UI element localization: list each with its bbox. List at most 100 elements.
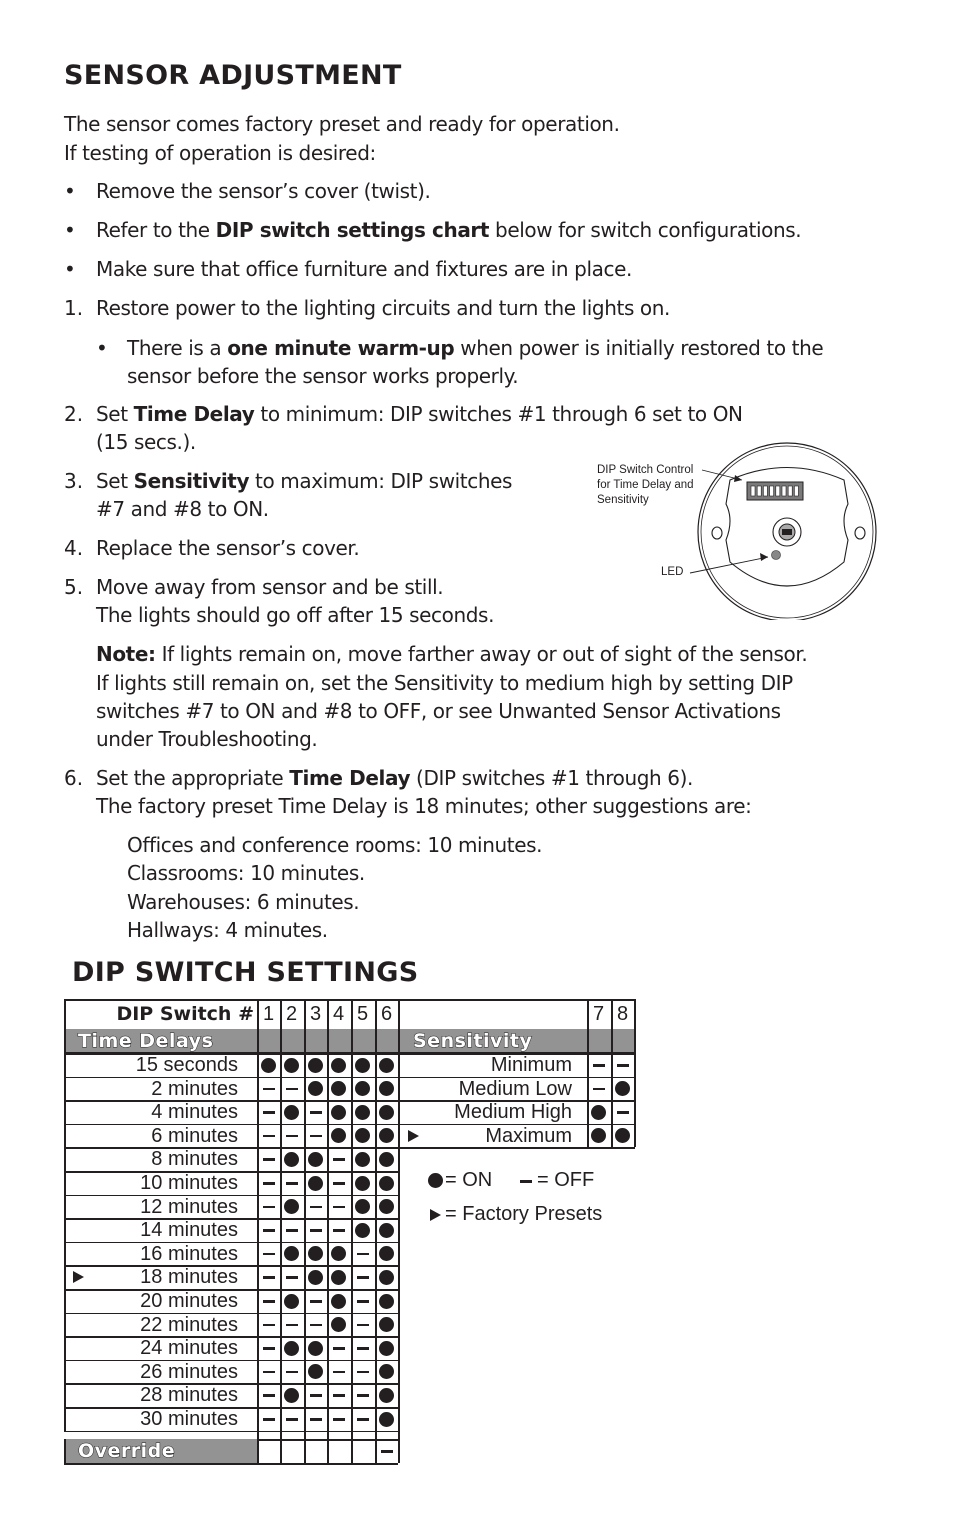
switch-off-dash-icon	[357, 1300, 369, 1303]
time-delay-row: 20 minutes	[64, 1289, 398, 1313]
time-delay-label: 14 minutes	[140, 1219, 238, 1242]
row-divider	[64, 1147, 398, 1149]
row-divider	[64, 1123, 398, 1126]
switch-on-dot-icon	[355, 1151, 370, 1167]
switch-off-dash-icon	[263, 1111, 275, 1114]
switch-off-dash-icon	[286, 1182, 298, 1185]
row-divider	[64, 1241, 398, 1244]
switch-off-dash-icon	[357, 1323, 369, 1327]
note-line-1: Note: If lights remain on, move farther …	[96, 640, 808, 669]
label-line: DIP Switch Control	[597, 464, 694, 476]
row-divider	[64, 1289, 398, 1291]
sensitivity-label: Medium Low	[458, 1077, 572, 1100]
text: If lights remain on, move farther away o…	[155, 642, 808, 666]
row-divider	[64, 1076, 398, 1079]
switch-on-dot-icon	[308, 1151, 323, 1167]
dip-toggle	[787, 485, 793, 497]
row-divider	[64, 1100, 398, 1102]
time-delay-label: 2 minutes	[151, 1077, 238, 1100]
override-label: Override	[77, 1440, 176, 1463]
row-divider	[398, 1053, 635, 1055]
dip-toggle	[756, 485, 762, 497]
legend-off-text: = OFF	[537, 1169, 595, 1191]
time-delay-row: 16 minutes	[64, 1242, 398, 1266]
table-border-top	[64, 999, 635, 1001]
suggestion-item: Hallways: 4 minutes.	[127, 918, 328, 942]
row-divider	[64, 1383, 398, 1385]
time-delay-label: 26 minutes	[140, 1360, 238, 1383]
legend-preset-text: = Factory Presets	[445, 1203, 603, 1225]
switch-on-dot-icon	[379, 1128, 394, 1144]
switch-off-dash-icon	[381, 1450, 393, 1453]
switch-on-dot-icon	[379, 1293, 394, 1309]
section-title-sensor-adjustment: SENSOR ADJUSTMENT	[64, 60, 402, 91]
step-number: 3.	[64, 469, 84, 493]
column-divider	[351, 999, 353, 1463]
time-delay-row: 8 minutes	[64, 1147, 398, 1171]
switch-off-dash-icon	[333, 1229, 345, 1232]
switch-off-dash-icon	[310, 1134, 322, 1138]
column-header-1: 1	[262, 1003, 275, 1025]
switch-off-dash-icon	[357, 1347, 369, 1350]
step-number: 1.	[64, 296, 84, 320]
switch-off-dash-icon	[310, 1229, 322, 1232]
switch-on-dot-icon	[308, 1269, 323, 1285]
bold-text: Time Delay	[289, 766, 411, 790]
switch-off-dash-icon	[310, 1323, 322, 1327]
switch-off-dash-icon	[263, 1205, 275, 1209]
time-delay-row: 18 minutes	[64, 1265, 398, 1289]
switch-on-dot-icon	[355, 1057, 370, 1073]
manual-page: SENSOR ADJUSTMENT The sensor comes facto…	[0, 0, 954, 1527]
legend-preset-arrow-icon	[430, 1209, 441, 1221]
switch-on-dot-icon	[284, 1340, 299, 1356]
switch-on-dot-icon	[331, 1293, 346, 1309]
step-3-line-2: #7 and #8 to ON.	[96, 497, 269, 521]
column-divider	[257, 999, 259, 1463]
column-header-7: 7	[592, 1003, 605, 1025]
switch-on-dot-icon	[308, 1364, 323, 1380]
bullet-text: Make sure that office furniture and fixt…	[96, 257, 632, 281]
switch-off-dash-icon	[333, 1394, 345, 1397]
switch-off-dash-icon	[333, 1370, 345, 1374]
factory-preset-arrow-icon	[408, 1129, 419, 1142]
column-header-5: 5	[356, 1003, 369, 1025]
row-divider	[64, 1359, 398, 1362]
section-title-dip-switch-settings: DIP SWITCH SETTINGS	[72, 957, 419, 988]
legend-on-dot-icon	[428, 1173, 443, 1188]
sensitivity-row: Minimum	[398, 1053, 634, 1077]
switch-off-dash-icon	[333, 1158, 345, 1161]
row-divider	[64, 1407, 398, 1409]
text: There is a	[127, 336, 228, 360]
switch-off-dash-icon	[286, 1087, 298, 1091]
step-4-text: Replace the sensor’s cover.	[96, 536, 360, 560]
switch-off-dash-icon	[286, 1418, 298, 1421]
column-divider	[280, 999, 282, 1463]
switch-on-dot-icon	[355, 1104, 370, 1120]
bullet-text: Remove the sensor’s cover (twist).	[96, 179, 431, 203]
row-divider	[64, 1336, 398, 1338]
column-header-8: 8	[616, 1003, 629, 1025]
dip-toggle	[794, 485, 799, 497]
column-header-6: 6	[380, 1003, 393, 1025]
switch-on-dot-icon	[379, 1104, 394, 1120]
screw-hole-left	[711, 526, 723, 540]
legend-on-text: = ON	[445, 1169, 493, 1191]
step-2-line-1: Set Time Delay to minimum: DIP switches …	[96, 400, 743, 429]
dip-toggle	[750, 485, 756, 497]
screw-hole-right	[854, 526, 866, 540]
row-divider	[257, 1439, 398, 1441]
bullet-dot: •	[64, 257, 76, 281]
time-delay-label: 6 minutes	[151, 1124, 238, 1147]
switch-off-dash-icon	[263, 1300, 275, 1303]
switch-on-dot-icon	[379, 1387, 394, 1403]
switch-on-dot-icon	[379, 1269, 394, 1285]
switch-off-dash-icon	[593, 1064, 605, 1067]
time-delay-label: 28 minutes	[140, 1384, 238, 1407]
switch-off-dash-icon	[286, 1370, 298, 1374]
row-divider	[64, 1312, 398, 1315]
switch-on-dot-icon	[331, 1081, 346, 1097]
switch-on-dot-icon	[355, 1199, 370, 1215]
switch-off-dash-icon	[310, 1300, 322, 1303]
label-line: for Time Delay and	[597, 479, 694, 491]
switch-off-dash-icon	[263, 1087, 275, 1091]
